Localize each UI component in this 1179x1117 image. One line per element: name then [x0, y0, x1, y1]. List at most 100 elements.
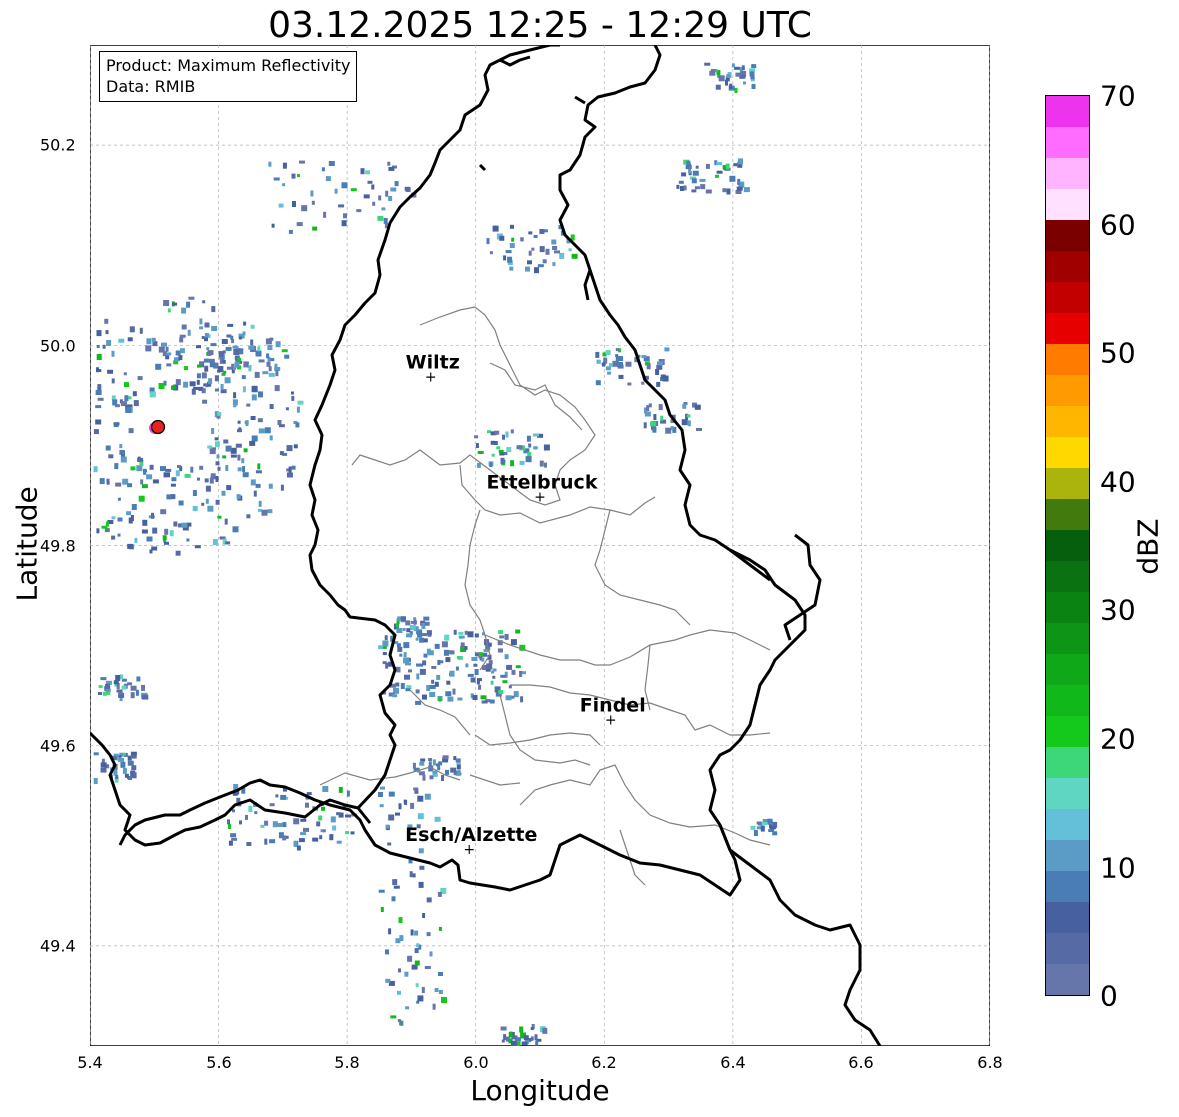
- echo-cell: [267, 345, 273, 350]
- echo-cell: [97, 384, 102, 391]
- echo-cell: [534, 1034, 538, 1041]
- echo-cell: [734, 66, 741, 70]
- echo-cell: [104, 318, 109, 324]
- echo-cell: [768, 829, 774, 832]
- echo-cell: [503, 1034, 507, 1041]
- echo-cell: [142, 694, 149, 700]
- echo-cell: [250, 416, 256, 420]
- colorbar-segment: [1046, 312, 1089, 344]
- echo-cell: [509, 266, 514, 271]
- echo-cell: [299, 160, 305, 164]
- echo-cell: [700, 184, 706, 190]
- echo-cell: [269, 404, 274, 409]
- echo-cell: [125, 406, 132, 413]
- echo-cell: [134, 537, 138, 543]
- echo-cell: [96, 330, 102, 337]
- echo-cell: [130, 751, 137, 756]
- echo-cell: [192, 490, 197, 496]
- echo-cell: [118, 691, 123, 695]
- echo-cell: [736, 186, 743, 191]
- echo-cell: [111, 378, 115, 384]
- echo-cell: [542, 259, 547, 264]
- echo-cell: [403, 652, 407, 658]
- echo-cell: [767, 818, 773, 824]
- echo-cell: [161, 342, 167, 347]
- echo-cell: [414, 960, 420, 966]
- echo-cell: [681, 419, 688, 426]
- colorbar-segment: [1046, 622, 1089, 654]
- echo-cell: [605, 350, 611, 355]
- echo-cell: [286, 472, 293, 478]
- echo-cell: [255, 350, 262, 357]
- echo-cell: [595, 351, 600, 358]
- echo-cell: [453, 629, 457, 635]
- y-tick: 49.6: [40, 736, 76, 756]
- echo-cell: [627, 382, 632, 386]
- echo-cell: [681, 172, 687, 177]
- echo-cell: [197, 477, 200, 481]
- echo-cell: [237, 357, 242, 361]
- echo-cell: [646, 363, 651, 370]
- echo-cell: [395, 812, 400, 816]
- echo-cell: [264, 820, 269, 826]
- echo-cell: [120, 456, 127, 463]
- echo-cell: [235, 443, 242, 448]
- colorbar-label: dBZ: [1131, 518, 1165, 575]
- echo-cell: [300, 818, 307, 822]
- echo-cell: [427, 650, 434, 656]
- echo-cell: [481, 657, 485, 662]
- echo-cell: [426, 630, 432, 636]
- echo-cell: [111, 535, 116, 540]
- echo-cell: [465, 663, 469, 668]
- echo-cell: [514, 1037, 521, 1042]
- echo-cell: [248, 345, 255, 350]
- echo-cell: [499, 635, 505, 639]
- echo-cell: [405, 620, 411, 626]
- echo-cell: [167, 308, 171, 313]
- echo-cell: [716, 162, 723, 165]
- echo-cell: [726, 188, 731, 195]
- echo-cell: [132, 391, 137, 397]
- colorbar-tick: 20: [1100, 722, 1136, 756]
- echo-cell: [387, 842, 392, 846]
- echo-cell: [179, 337, 184, 343]
- echo-cell: [246, 403, 251, 407]
- echo-cell: [300, 832, 307, 836]
- echo-cell: [164, 541, 169, 545]
- echo-cell: [230, 335, 234, 340]
- echo-cell: [400, 683, 405, 689]
- echo-cell: [281, 349, 288, 353]
- echo-cell: [749, 68, 756, 72]
- echo-cell: [498, 630, 504, 635]
- echo-cell: [155, 363, 162, 370]
- echo-cell: [230, 833, 237, 838]
- echo-cell: [479, 652, 484, 657]
- echo-cell: [350, 188, 357, 192]
- echo-cell: [102, 344, 106, 349]
- echo-cell: [105, 688, 111, 692]
- echo-cell: [221, 490, 226, 496]
- echo-cell: [388, 166, 395, 171]
- echo-cell: [415, 983, 419, 988]
- echo-cell: [206, 347, 210, 351]
- echo-cell: [398, 968, 401, 973]
- echo-cell: [217, 515, 222, 519]
- echo-cell: [535, 1040, 539, 1046]
- echo-cell: [519, 460, 525, 465]
- echo-cell: [436, 674, 441, 680]
- echo-cell: [652, 426, 657, 433]
- echo-cell: [96, 354, 102, 360]
- echo-cell: [403, 799, 407, 804]
- echo-cell: [499, 235, 505, 241]
- echo-cell: [506, 664, 513, 670]
- echo-cell: [699, 178, 706, 182]
- colorbar-segment: [1046, 467, 1089, 499]
- echo-cell: [691, 178, 697, 184]
- echo-cell: [210, 343, 217, 347]
- echo-cell: [201, 388, 206, 394]
- echo-cell: [119, 444, 123, 449]
- echo-cell: [98, 692, 102, 695]
- echo-cell: [493, 441, 498, 445]
- echo-cell: [296, 845, 301, 851]
- echo-cell: [303, 827, 309, 832]
